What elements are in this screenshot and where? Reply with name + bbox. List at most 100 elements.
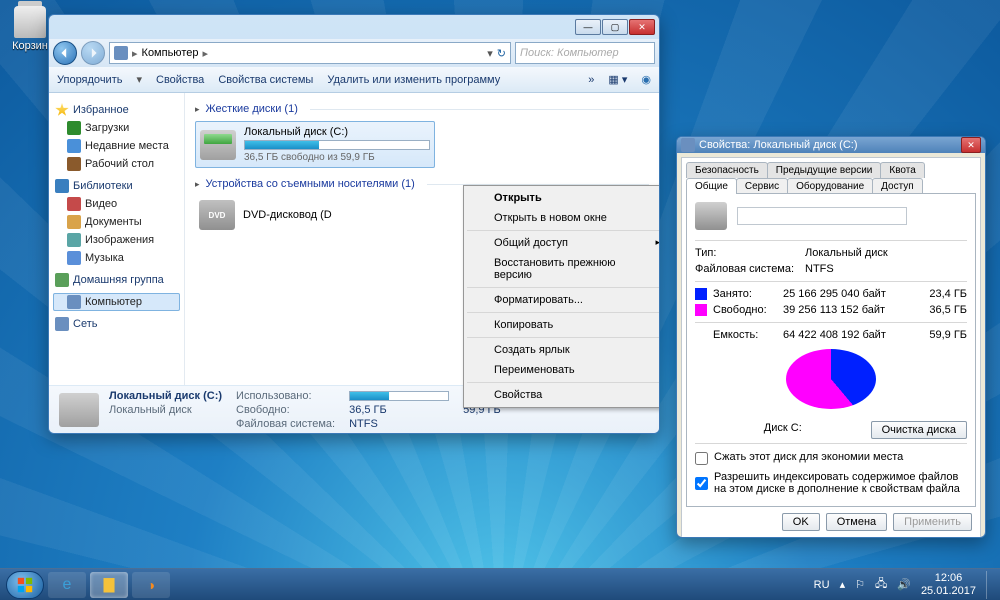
organize-menu[interactable]: Упорядочить — [57, 74, 122, 86]
tray-clock[interactable]: 12:06 25.01.2017 — [921, 572, 976, 596]
search-input[interactable]: Поиск: Компьютер — [515, 42, 655, 64]
ctx-properties[interactable]: Свойства — [466, 385, 660, 405]
drive-label-input[interactable] — [737, 207, 907, 225]
close-button[interactable]: ✕ — [629, 19, 655, 35]
network-head[interactable]: Сеть — [55, 317, 178, 331]
downloads-icon — [67, 121, 81, 135]
folder-icon: ▇ — [104, 576, 115, 593]
sidebar-item-downloads[interactable]: Загрузки — [53, 119, 180, 137]
tray-volume-icon[interactable]: 🔊 — [897, 578, 911, 591]
fs-label: Файловая система: — [695, 263, 805, 275]
breadcrumb-item[interactable]: Компьютер — [142, 47, 199, 59]
tab-row-back: Безопасность Предыдущие версии Квота — [686, 162, 976, 178]
sidebar-item-recent[interactable]: Недавние места — [53, 137, 180, 155]
minimize-button[interactable]: — — [575, 19, 601, 35]
cancel-button[interactable]: Отмена — [826, 513, 887, 531]
task-ie[interactable]: e — [48, 572, 86, 598]
properties-title: Свойства: Локальный диск (C:) — [699, 139, 858, 151]
drive-c[interactable]: Локальный диск (C:) 36,5 ГБ свободно из … — [195, 121, 435, 168]
tab-previous-versions[interactable]: Предыдущие версии — [767, 162, 882, 178]
chevron-right-icon[interactable]: » — [588, 74, 594, 86]
system-properties-cmd[interactable]: Свойства системы — [218, 74, 313, 86]
forward-button[interactable] — [81, 41, 105, 65]
tab-hardware[interactable]: Оборудование — [787, 178, 873, 194]
ctx-create-shortcut[interactable]: Создать ярлык — [466, 340, 660, 360]
recycle-bin[interactable]: Корзин — [6, 6, 54, 52]
ctx-open-new-window[interactable]: Открыть в новом окне — [466, 208, 660, 228]
ctx-format[interactable]: Форматировать... — [466, 290, 660, 310]
desktop-icon — [67, 157, 81, 171]
close-button[interactable]: ✕ — [961, 137, 981, 153]
maximize-button[interactable]: ▢ — [602, 19, 628, 35]
details-free-v: 36,5 ГБ — [349, 404, 449, 416]
separator — [695, 240, 967, 241]
view-icon[interactable]: ▦ ▾ — [608, 73, 627, 86]
apply-button[interactable]: Применить — [893, 513, 972, 531]
libraries-head[interactable]: Библиотеки — [55, 179, 178, 193]
sidebar-item-computer[interactable]: Компьютер — [53, 293, 180, 311]
task-media-player[interactable]: ◑ — [132, 572, 170, 598]
sidebar-item-pictures[interactable]: Изображения — [53, 231, 180, 249]
tab-security[interactable]: Безопасность — [686, 162, 768, 178]
properties-cmd[interactable]: Свойства — [156, 74, 204, 86]
ctx-share[interactable]: Общий доступ — [466, 233, 660, 253]
tab-general[interactable]: Общие — [686, 178, 737, 194]
tray-flag-icon[interactable]: ▴ — [840, 578, 846, 591]
ok-button[interactable]: OK — [782, 513, 820, 531]
compress-checkbox[interactable]: Сжать этот диск для экономии места — [695, 451, 967, 465]
tray-action-center-icon[interactable]: ⚐ — [855, 578, 865, 591]
documents-icon — [67, 215, 81, 229]
drive-name: Локальный диск (C:) — [244, 126, 430, 138]
system-tray: RU ▴ ⚐ 🖧 🔊 12:06 25.01.2017 — [814, 571, 994, 599]
disk-cleanup-button[interactable]: Очистка диска — [871, 421, 967, 439]
sidebar-item-documents[interactable]: Документы — [53, 213, 180, 231]
favorites-head[interactable]: Избранное — [55, 103, 178, 117]
tab-tools[interactable]: Сервис — [736, 178, 788, 194]
computer-icon — [67, 295, 81, 309]
homegroup-icon — [55, 273, 69, 287]
tray-lang[interactable]: RU — [814, 579, 830, 591]
used-swatch — [695, 288, 707, 300]
computer-icon — [114, 46, 128, 60]
explorer-titlebar[interactable]: — ▢ ✕ — [49, 15, 659, 39]
breadcrumb[interactable]: ▸ Компьютер ▸ ▾ ↻ — [109, 42, 511, 64]
sidebar-item-desktop[interactable]: Рабочий стол — [53, 155, 180, 173]
back-button[interactable] — [53, 41, 77, 65]
properties-titlebar[interactable]: Свойства: Локальный диск (C:) ✕ — [677, 137, 985, 153]
menu-separator — [467, 382, 660, 383]
details-used-k: Использовано: — [236, 390, 335, 402]
drive-usage-bar — [244, 140, 430, 150]
pictures-icon — [67, 233, 81, 247]
tab-row-front: Общие Сервис Оборудование Доступ — [686, 178, 976, 194]
dvd-icon: DVD — [199, 200, 235, 230]
show-desktop-button[interactable] — [986, 571, 994, 599]
details-name: Локальный диск (C:) — [109, 390, 222, 402]
sidebar-item-video[interactable]: Видео — [53, 195, 180, 213]
index-checkbox[interactable]: Разрешить индексировать содержимое файло… — [695, 471, 967, 495]
task-explorer[interactable]: ▇ — [90, 572, 128, 598]
sidebar-item-music[interactable]: Музыка — [53, 249, 180, 267]
menu-separator — [467, 312, 660, 313]
dropdown-icon[interactable]: ▾ — [487, 47, 493, 60]
ctx-rename[interactable]: Переименовать — [466, 360, 660, 380]
homegroup-head[interactable]: Домашняя группа — [55, 273, 178, 287]
drive-icon — [59, 393, 99, 427]
library-icon — [55, 179, 69, 193]
tray-network-icon[interactable]: 🖧 — [875, 575, 887, 594]
media-icon: ◑ — [147, 577, 155, 593]
help-icon[interactable]: ◉ — [641, 73, 651, 86]
start-button[interactable] — [6, 571, 44, 599]
ctx-copy[interactable]: Копировать — [466, 315, 660, 335]
refresh-icon[interactable]: ↻ — [497, 47, 506, 60]
ctx-open[interactable]: Открыть — [466, 188, 660, 208]
used-bytes: 25 166 295 040 байт — [783, 288, 907, 300]
used-label: Занято: — [713, 288, 783, 300]
tab-sharing[interactable]: Доступ — [872, 178, 923, 194]
tab-quota[interactable]: Квота — [880, 162, 924, 178]
dvd-drive[interactable]: DVD DVD-дисковод (D — [195, 196, 435, 234]
ctx-restore-version[interactable]: Восстановить прежнюю версию — [466, 253, 660, 285]
uninstall-cmd[interactable]: Удалить или изменить программу — [327, 74, 500, 86]
section-hard-drives[interactable]: Жесткие диски (1) — [195, 103, 649, 115]
recycle-bin-icon — [14, 6, 46, 38]
free-swatch — [695, 304, 707, 316]
